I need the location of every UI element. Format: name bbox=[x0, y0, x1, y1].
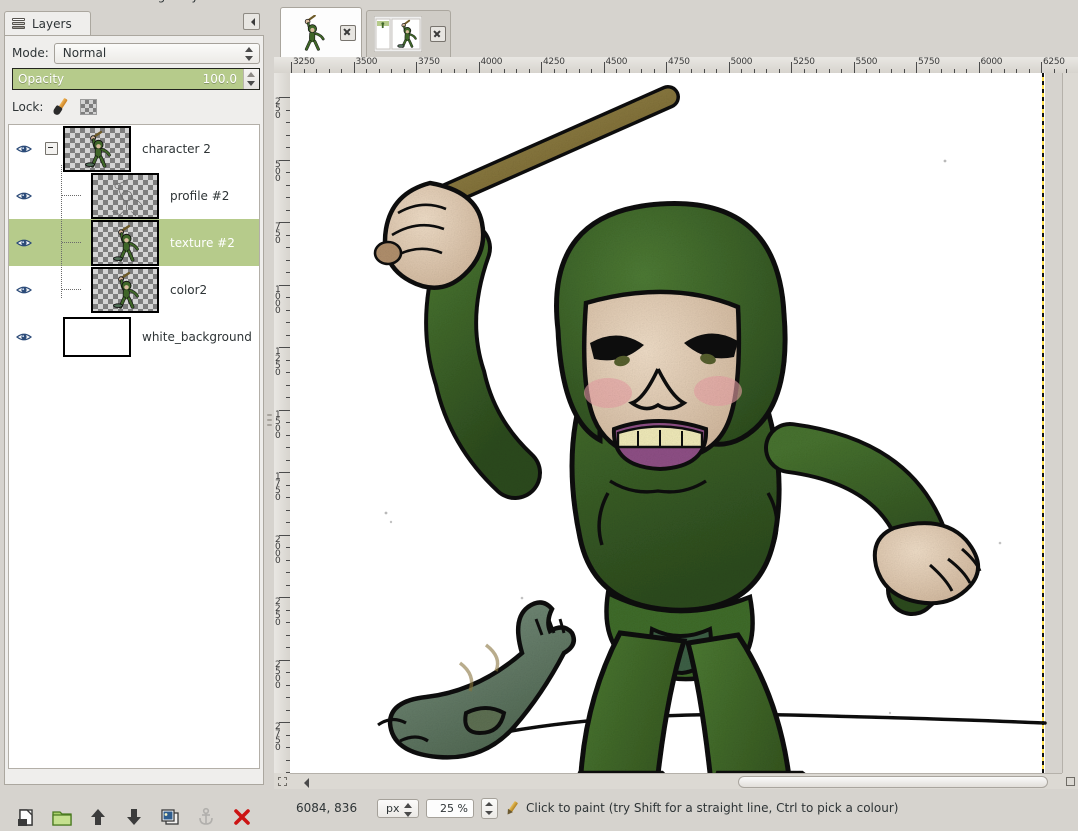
vertical-ruler[interactable]: 2505007501000125015001750200022502500275… bbox=[274, 73, 291, 773]
zoom-stepper[interactable] bbox=[481, 798, 498, 819]
layer-visibility-eye-icon[interactable] bbox=[9, 190, 39, 202]
lower-layer-icon[interactable] bbox=[123, 806, 145, 828]
layer-visibility-eye-icon[interactable] bbox=[9, 284, 39, 296]
layer-thumbnail bbox=[91, 267, 159, 313]
image-tab-1[interactable] bbox=[280, 7, 362, 57]
raise-layer-icon[interactable] bbox=[87, 806, 109, 828]
lock-label: Lock: bbox=[12, 100, 43, 114]
image-tabbar bbox=[274, 4, 1078, 57]
tab-thumbnail bbox=[288, 15, 332, 51]
layer-row-character-2[interactable]: character 2 bbox=[9, 125, 259, 172]
layer-visibility-eye-icon[interactable] bbox=[9, 237, 39, 249]
alpha-lock-icon[interactable] bbox=[80, 99, 97, 115]
canvas[interactable] bbox=[290, 73, 1062, 773]
layer-thumbnail bbox=[63, 317, 131, 357]
layer-row-profile-2[interactable]: profile #2 bbox=[9, 172, 259, 219]
opacity-slider[interactable]: Opacity 100.0 bbox=[12, 68, 260, 90]
status-message-group: Click to paint (try Shift for a straight… bbox=[505, 801, 898, 816]
unit-value: px bbox=[386, 802, 400, 815]
layer-name[interactable]: profile #2 bbox=[170, 189, 229, 203]
duplicate-layer-icon[interactable] bbox=[159, 806, 181, 828]
layer-name[interactable]: texture #2 bbox=[170, 236, 235, 250]
layer-list[interactable]: character 2 profile #2 texture #2 color2 whi… bbox=[8, 124, 260, 769]
anchor-layer-icon bbox=[195, 806, 217, 828]
dock-tabbar: Layers bbox=[4, 9, 266, 35]
status-bar: 6084, 836 px 25 % Click to paint (try Sh… bbox=[274, 797, 1078, 819]
close-icon[interactable] bbox=[430, 26, 446, 42]
image-window: 3250350037504000425045004750500052505500… bbox=[274, 0, 1078, 797]
blend-mode-row: Mode: Normal bbox=[12, 42, 260, 64]
layer-row-texture-2[interactable]: texture #2 bbox=[9, 219, 259, 266]
lock-row: Lock: bbox=[12, 96, 97, 118]
layer-visibility-eye-icon[interactable] bbox=[9, 143, 39, 155]
splitter-grip[interactable] bbox=[267, 414, 272, 430]
new-layer-icon[interactable] bbox=[15, 806, 37, 828]
chevron-updown-icon bbox=[404, 802, 413, 818]
pointer-position: 6084, 836 bbox=[296, 801, 370, 815]
new-layer-group-icon[interactable] bbox=[51, 806, 73, 828]
brush-lock-icon[interactable] bbox=[52, 98, 71, 116]
layer-thumbnail bbox=[91, 220, 159, 266]
zoom-value: 25 % bbox=[440, 802, 468, 815]
opacity-slider-track[interactable]: Opacity 100.0 bbox=[13, 69, 243, 89]
zoom-input[interactable]: 25 % bbox=[426, 799, 474, 818]
pencil-tool-icon bbox=[505, 801, 520, 816]
opacity-label: Opacity bbox=[18, 72, 64, 86]
horizontal-ruler[interactable]: 3250350037504000425045004750500052505500… bbox=[274, 57, 1078, 74]
status-message: Click to paint (try Shift for a straight… bbox=[526, 801, 898, 815]
layer-row-white-background[interactable]: white_background bbox=[9, 313, 259, 360]
layer-thumbnail bbox=[63, 126, 131, 172]
layer-group-expander-icon[interactable] bbox=[39, 142, 63, 155]
layer-name[interactable]: color2 bbox=[170, 283, 207, 297]
tab-layers[interactable]: Layers bbox=[4, 11, 91, 36]
tab-layers-label: Layers bbox=[32, 17, 72, 31]
horizontal-scrollbar-thumb[interactable] bbox=[738, 776, 1048, 788]
opacity-spinner[interactable] bbox=[243, 69, 259, 89]
layers-panel: Mode: Normal Opacity 100.0 Lock: bbox=[4, 35, 264, 785]
vertical-scrollbar[interactable] bbox=[1062, 73, 1078, 773]
tab-thumbnail bbox=[374, 16, 422, 52]
blend-mode-value: Normal bbox=[63, 46, 106, 60]
canvas-speckles bbox=[290, 73, 1062, 773]
layers-dock-toolbar bbox=[0, 806, 268, 828]
unit-select[interactable]: px bbox=[377, 799, 419, 818]
dock-menu-arrow-icon[interactable] bbox=[243, 13, 260, 30]
pane-splitter[interactable] bbox=[266, 9, 274, 797]
opacity-value: 100.0 bbox=[203, 72, 237, 86]
horizontal-scrollbar[interactable] bbox=[290, 773, 1062, 789]
navigate-canvas-icon[interactable] bbox=[1062, 773, 1078, 789]
layer-name[interactable]: character 2 bbox=[142, 142, 211, 156]
gimp-window: File Edit Select View Image Layer Colors… bbox=[0, 0, 1078, 819]
close-icon[interactable] bbox=[340, 25, 356, 41]
layer-thumbnail bbox=[91, 173, 159, 219]
layers-icon bbox=[12, 18, 27, 31]
image-tab-2[interactable] bbox=[366, 10, 451, 57]
layer-visibility-eye-icon[interactable] bbox=[9, 331, 39, 343]
blend-mode-select[interactable]: Normal bbox=[54, 43, 260, 64]
delete-layer-icon[interactable] bbox=[231, 806, 253, 828]
layer-row-color2[interactable]: color2 bbox=[9, 266, 259, 313]
scroll-left-arrow-icon[interactable] bbox=[299, 778, 309, 788]
blend-mode-label: Mode: bbox=[12, 46, 49, 60]
chevron-updown-icon bbox=[245, 46, 254, 62]
layers-dock: Layers Mode: Normal Opacity 100.0 L bbox=[0, 9, 268, 797]
quick-mask-toggle-icon[interactable] bbox=[274, 773, 290, 789]
layer-name[interactable]: white_background bbox=[142, 330, 252, 344]
